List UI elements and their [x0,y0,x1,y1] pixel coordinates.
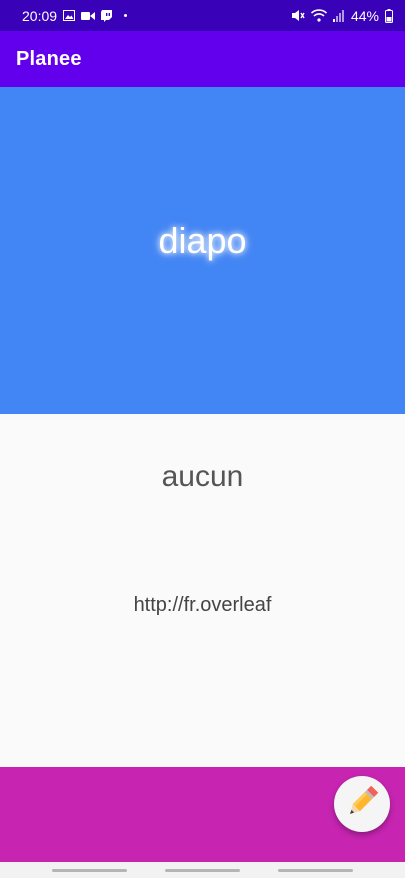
gallery-icon [63,10,76,21]
status-bar: 20:09 44% [0,0,405,31]
status-left: 20:09 [22,7,128,24]
content-heading: aucun [161,460,244,493]
signal-icon [332,9,345,22]
wifi-icon [310,9,327,22]
nav-home-button[interactable] [165,869,240,872]
pencil-icon [342,782,382,827]
edit-fab-button[interactable] [334,776,390,832]
content-link[interactable]: http://fr.overleaf [0,594,405,617]
title-card[interactable]: diapo [0,87,405,414]
status-right: 44% [291,8,393,24]
battery-icon [385,8,393,23]
app-bar: Planee [0,31,405,87]
content-area: aucun http://fr.overleaf [0,414,405,767]
status-time: 20:09 [22,7,58,24]
battery-percent: 44% [350,7,379,24]
video-icon [81,11,96,21]
mute-icon [291,9,305,22]
nav-recent-button[interactable] [52,869,127,872]
app-title: Planee [16,47,82,70]
twitch-icon [101,9,113,22]
system-nav-bar [0,862,405,878]
nav-back-button[interactable] [278,869,353,872]
card-title: diapo [158,219,247,261]
notification-dot [124,14,128,17]
